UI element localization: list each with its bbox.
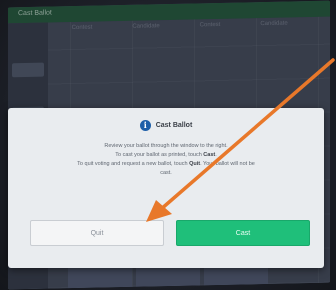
dialog-message: Review your ballot through the window to…: [14, 142, 318, 178]
dialog-message-line: Review your ballot through the window to…: [104, 143, 228, 149]
dialog-message-line: To quit voting and request a new ballot,…: [77, 161, 255, 167]
quit-button[interactable]: Quit: [30, 220, 164, 246]
info-icon: i: [139, 120, 151, 131]
cast-button[interactable]: Cast: [176, 220, 310, 246]
cast-ballot-dialog: i Cast Ballot Review your ballot through…: [8, 108, 324, 268]
dialog-message-line: cast.: [160, 170, 172, 176]
dialog-button-row: Quit Cast: [30, 220, 310, 246]
dialog-header: i Cast Ballot: [8, 120, 324, 131]
dialog-title: Cast Ballot: [155, 122, 193, 129]
dialog-message-line: To cast your ballot as printed, touch Ca…: [115, 152, 217, 158]
